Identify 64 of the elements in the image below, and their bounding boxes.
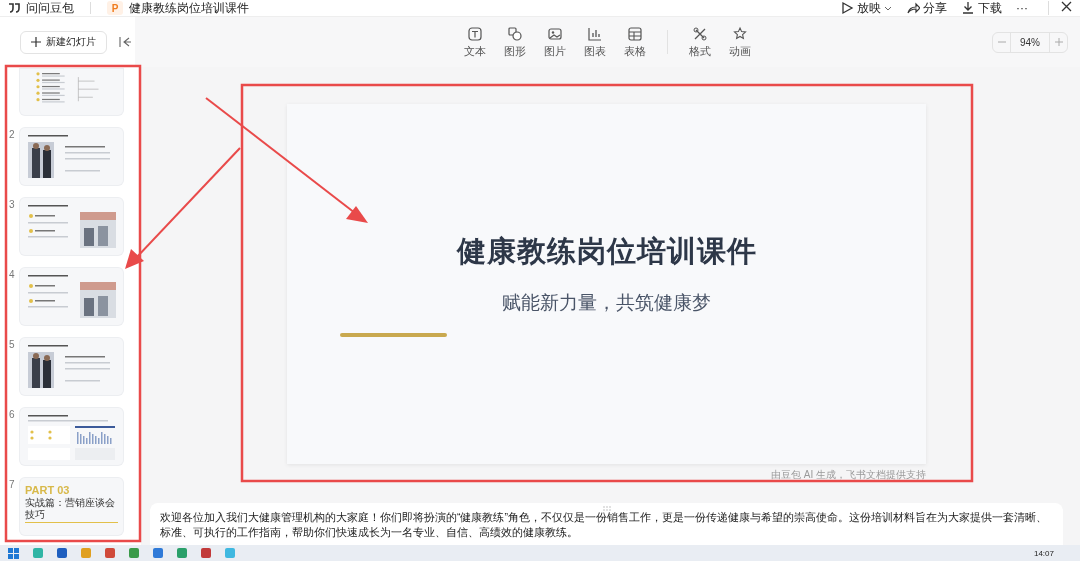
play-icon [840,1,854,15]
share-button[interactable]: 分享 [906,0,947,16]
share-icon [906,1,920,15]
quote-icon [8,2,20,14]
plus-icon [31,37,41,47]
shapes-icon [507,25,523,42]
slide-thumbnail[interactable] [20,198,123,255]
taskbar-app-icon [57,548,67,558]
star-icon [732,25,748,42]
slide-thumbnail[interactable] [20,69,123,115]
bar-chart-icon [587,25,603,42]
taskbar-app-icon [33,548,43,558]
slide-number: 3 [8,198,16,212]
slide-number: 2 [8,128,16,142]
file-type-badge: P [107,1,123,15]
toolbar-button[interactable]: 格式 [680,25,720,59]
slide-thumbnail[interactable] [20,268,123,325]
generation-credit: 由豆包 AI 生成，飞书文档提供支持 [770,468,926,481]
slide-number: 5 [8,338,16,352]
toolbar-button[interactable]: 动画 [720,25,760,59]
slide-number: 7 [8,478,16,492]
drag-handle-icon [602,506,611,511]
slide-thumbnail[interactable] [20,338,123,395]
close-icon [1061,1,1072,12]
slide-thumbnail[interactable] [20,128,123,185]
speaker-notes[interactable]: 欢迎各位加入我们大健康管理机构的大家庭！你们即将扮演的“健康教练”角色，不仅仅是一份销售工作，更是一份传递健康与希望的崇高使命。这份培训材料旨在为大家提供一套清晰、标准、可执行的工作指南，帮助你们快速成长为一名专业、自信、高绩效的健康教练。 [160,510,1053,540]
collapse-panel-icon [119,36,131,48]
part-heading: 实战篇：营销座谈会技巧 [25,497,118,523]
taskbar-app-icon [225,548,235,558]
clock: 14:07 [1033,548,1054,558]
taskbar-app-icon [201,548,211,558]
toolbar-button[interactable]: 图片 [535,25,575,59]
windows-start-icon [8,547,19,559]
taskbar-app-icon [105,548,115,558]
table-icon [627,25,643,42]
download-button[interactable]: 下载 [961,0,1002,16]
more-button[interactable]: ··· [1016,1,1028,15]
brush-icon [692,25,708,42]
toolbar-button[interactable]: 表格 [615,25,655,59]
zoom-level[interactable]: 94% [1010,32,1050,52]
taskbar-app-icon [177,548,187,558]
minus-icon [997,38,1006,46]
part-label: PART 03 [25,484,71,496]
slide-thumbnail[interactable]: PART 03 实战篇：营销座谈会技巧 [20,478,123,535]
slide-subtitle: 赋能新力量，共筑健康梦 [502,291,711,315]
download-icon [961,1,975,15]
plus-icon [1054,38,1063,46]
slide-thumbnail[interactable] [20,408,123,465]
slide-number: 6 [8,408,16,422]
taskbar-app-icon [129,548,139,558]
document-title: 健康教练岗位培训课件 [129,0,249,16]
slide-number: 4 [8,268,16,282]
image-icon [547,25,563,42]
assistant-link[interactable]: 问问豆包 [26,0,74,16]
toolbar-button[interactable]: 图形 [495,25,535,59]
slide-title: 健康教练岗位培训课件 [456,234,757,269]
taskbar-app-icon [153,548,163,558]
taskbar-app-icon [81,548,91,558]
text-icon [467,25,483,42]
caret-icon [884,5,892,11]
toolbar-button[interactable]: 图表 [575,25,615,59]
present-button[interactable]: 放映 [840,0,892,16]
toolbar-button[interactable]: 文本 [455,25,495,59]
new-slide-button[interactable]: 新建幻灯片 [20,30,107,54]
